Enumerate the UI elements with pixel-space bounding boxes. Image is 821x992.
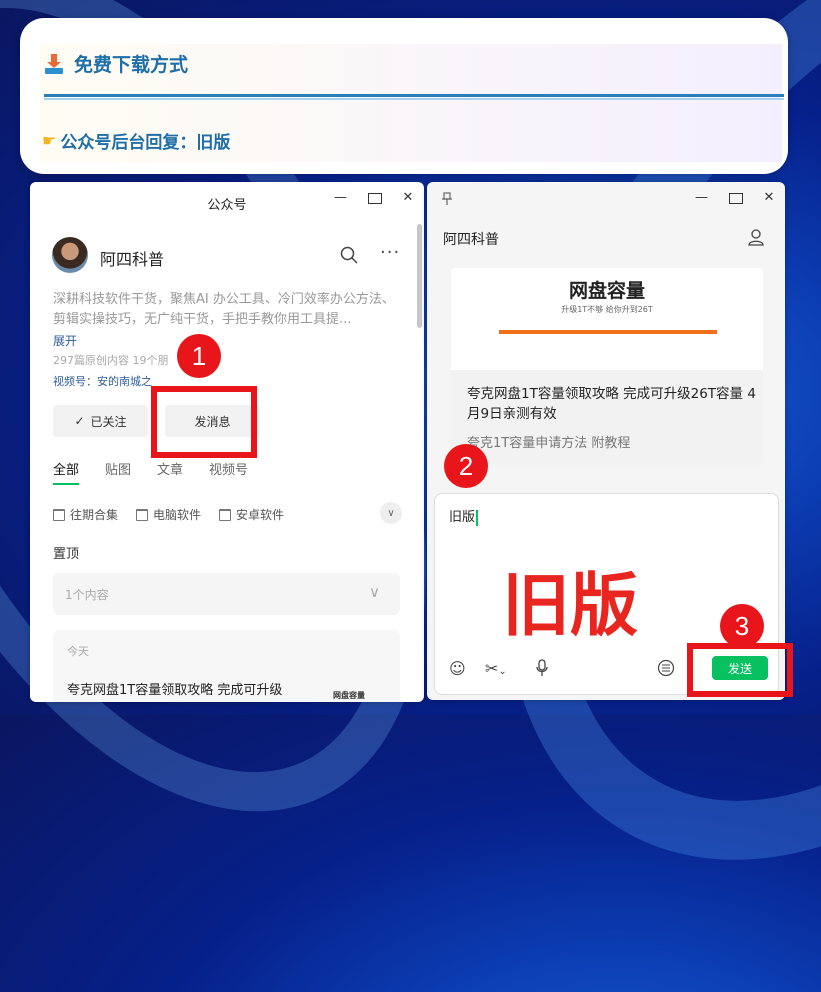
pinned-heading: 置顶: [53, 547, 80, 562]
article-thumbnail: 网盘容量: [333, 691, 365, 700]
category-item[interactable]: 安卓软件: [219, 506, 284, 523]
maximize-icon[interactable]: [729, 190, 743, 208]
download-tray-icon: [44, 53, 64, 75]
more-icon[interactable]: ···: [380, 242, 400, 263]
annotation-big-text: 旧版: [502, 567, 639, 646]
close-icon[interactable]: ✕: [402, 190, 414, 208]
avatar[interactable]: [52, 237, 88, 273]
step-3-badge: 3: [720, 604, 764, 648]
chevron-down-icon[interactable]: ∨: [380, 502, 402, 524]
account-stats: 297篇原创内容 19个朋: [53, 354, 169, 367]
tab-articles[interactable]: 文章: [157, 459, 183, 485]
step-3-highlight: [687, 643, 793, 697]
card-image: 网盘容量 升级1T不够 给你升到26T: [451, 268, 763, 368]
search-icon[interactable]: [340, 246, 358, 269]
list-icon[interactable]: [657, 659, 675, 681]
expand-link[interactable]: 展开: [53, 332, 77, 349]
emoji-icon[interactable]: ☺: [449, 659, 466, 678]
category-list: 往期合集 电脑软件 安卓软件: [53, 506, 284, 523]
chat-account-name: 阿四科普: [443, 232, 499, 248]
minimize-icon[interactable]: —: [695, 190, 708, 208]
folder-icon: [136, 508, 149, 521]
message-card[interactable]: 网盘容量 升级1T不够 给你升到26T 夸克网盘1T容量领取攻略 完成可升级26…: [451, 268, 763, 466]
step-2-badge: 2: [444, 444, 488, 488]
folder-icon: [53, 508, 65, 521]
pinned-dropdown[interactable]: 1个内容 ∨: [53, 573, 400, 615]
category-item[interactable]: 往期合集: [53, 506, 118, 523]
person-icon[interactable]: [747, 228, 765, 246]
content-tabs: 全部 贴图 文章 视频号: [53, 459, 248, 485]
minimize-icon[interactable]: —: [334, 190, 347, 208]
card-title: 夸克网盘1T容量领取攻略 完成可升级26T容量 4月9日亲测有效: [467, 384, 757, 424]
article-card[interactable]: 今天 夸克网盘1T容量领取攻略 完成可升级 网盘容量: [53, 630, 400, 702]
left-titlebar: 公众号 — ✕: [30, 182, 424, 222]
microphone-icon[interactable]: [535, 659, 549, 681]
banner-instruction: ☛ 公众号后台回复：旧版: [42, 131, 231, 153]
article-title: 夸克网盘1T容量领取攻略 完成可升级: [67, 683, 283, 698]
pointing-hand-icon: ☛: [42, 131, 57, 150]
folder-icon: [219, 508, 232, 521]
video-account-link[interactable]: 视频号：安的南城之: [53, 373, 152, 389]
scrollbar[interactable]: [417, 224, 422, 328]
download-banner: 免费下载方式 ☛ 公众号后台回复：旧版: [20, 18, 788, 174]
check-icon: ✓: [74, 414, 85, 428]
maximize-icon[interactable]: [368, 190, 382, 208]
tab-posts[interactable]: 贴图: [105, 459, 131, 485]
close-icon[interactable]: ✕: [763, 190, 775, 208]
account-name: 阿四科普: [100, 250, 165, 269]
scissors-icon[interactable]: ✂⌄: [485, 659, 507, 678]
category-item[interactable]: 电脑软件: [136, 506, 201, 523]
card-subtitle: 夸克1T容量申请方法 附教程: [467, 436, 631, 451]
pin-icon[interactable]: [441, 192, 453, 210]
tab-videos[interactable]: 视频号: [209, 459, 248, 485]
date-label: 今天: [67, 645, 89, 658]
banner-title: 免费下载方式: [44, 50, 188, 77]
account-description: 深耕科技软件干货，聚焦AI 办公工具、冷门效率办公方法、剪辑实操技巧，无广纯干货…: [53, 292, 395, 327]
chevron-down-icon: ∨: [369, 583, 380, 601]
text-caret: [476, 509, 479, 526]
step-1-badge: 1: [177, 334, 221, 378]
step-1-highlight: [151, 386, 257, 458]
followed-button[interactable]: ✓ 已关注: [53, 405, 148, 437]
tab-all[interactable]: 全部: [53, 459, 80, 485]
input-text: 旧版: [449, 510, 476, 525]
